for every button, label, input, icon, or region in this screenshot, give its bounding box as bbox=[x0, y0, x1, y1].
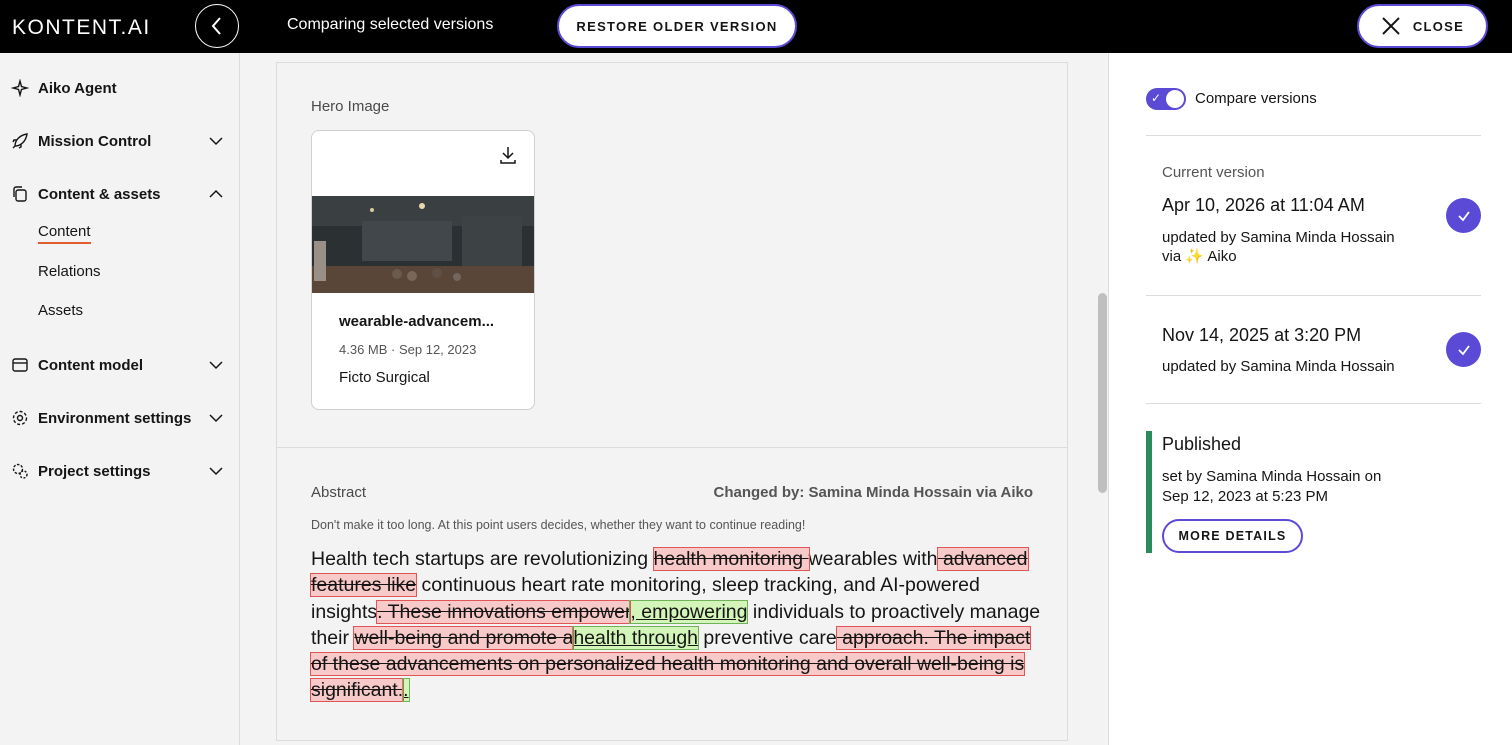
hero-image-label: Hero Image bbox=[311, 98, 390, 115]
asset-card[interactable]: wearable-advancem... 4.36 MB · Sep 12, 2… bbox=[311, 130, 535, 410]
rocket-icon bbox=[10, 131, 30, 151]
published-status-bar bbox=[1146, 431, 1152, 553]
published-date-line: Sep 12, 2023 at 5:23 PM bbox=[1162, 488, 1328, 505]
layout-icon bbox=[10, 355, 30, 375]
current-version-selected-check[interactable] bbox=[1446, 198, 1481, 233]
versions-panel: ✓ Compare versions Current version Apr 1… bbox=[1108, 53, 1512, 745]
back-button[interactable] bbox=[195, 4, 239, 48]
close-label: CLOSE bbox=[1412, 18, 1465, 34]
inserted-text: health through bbox=[572, 625, 700, 650]
guideline-text: Don't make it too long. At this point us… bbox=[311, 518, 806, 532]
current-version-date[interactable]: Apr 10, 2026 at 11:04 AM bbox=[1162, 195, 1365, 216]
top-bar: KONTENT.AI Comparing selected versions R… bbox=[0, 0, 1512, 53]
copy-icon bbox=[10, 184, 30, 204]
checkmark-icon bbox=[1457, 210, 1470, 221]
close-button[interactable]: CLOSE bbox=[1357, 4, 1488, 48]
asset-meta: 4.36 MB · Sep 12, 2023 bbox=[339, 342, 477, 357]
sidebar-item-content-model[interactable]: Content model bbox=[10, 350, 230, 380]
sidebar: Aiko Agent Mission Control Content & ass… bbox=[0, 53, 240, 745]
changed-by: Changed by: Samina Minda Hossain via Aik… bbox=[713, 484, 1033, 501]
sidebar-item-label: Mission Control bbox=[38, 132, 152, 150]
sidebar-subitem-assets[interactable]: Assets bbox=[38, 302, 83, 319]
chevron-down-icon bbox=[209, 414, 223, 423]
svg-text:KONTENT.AI: KONTENT.AI bbox=[12, 16, 151, 39]
divider bbox=[1146, 135, 1481, 136]
sparkle-icon bbox=[10, 78, 30, 98]
abstract-label: Abstract bbox=[311, 484, 367, 501]
asset-card-header bbox=[312, 131, 534, 179]
sidebar-item-aiko-agent[interactable]: Aiko Agent bbox=[10, 73, 230, 103]
published-title: Published bbox=[1162, 434, 1242, 454]
abstract-element: Abstract Changed by: Samina Minda Hossai… bbox=[276, 447, 1068, 741]
hero-image-element: Hero Image wearable-advancem... 4.36 MB … bbox=[276, 62, 1068, 448]
deleted-text: . These innovations empower bbox=[376, 599, 632, 624]
more-details-button[interactable]: MORE DETAILS bbox=[1162, 519, 1303, 553]
asset-owner: Ficto Surgical bbox=[339, 369, 430, 386]
current-version-label: Current version bbox=[1162, 164, 1265, 181]
gear-icon bbox=[10, 408, 30, 428]
sidebar-item-label: Aiko Agent bbox=[38, 79, 117, 97]
asset-name: wearable-advancem... bbox=[339, 313, 495, 330]
deleted-text: health monitoring bbox=[652, 547, 810, 571]
older-version-selected-check[interactable] bbox=[1446, 332, 1481, 367]
download-icon[interactable] bbox=[498, 145, 518, 165]
page-title: Comparing selected versions bbox=[287, 16, 494, 33]
asset-thumbnail bbox=[312, 196, 534, 293]
unchanged-text: preventive care bbox=[698, 626, 837, 649]
published-by: set by Samina Minda Hossain on Sep 12, 2… bbox=[1162, 467, 1381, 507]
chevron-left-icon bbox=[211, 17, 221, 35]
abstract-diff-text: Health tech startups are revolutionizing… bbox=[309, 546, 1041, 704]
sidebar-item-mission-control[interactable]: Mission Control bbox=[10, 126, 230, 156]
unchanged-text: wearables with bbox=[808, 548, 938, 570]
inserted-text: , empowering bbox=[629, 599, 749, 624]
sidebar-item-label: Content model bbox=[38, 356, 143, 374]
sidebar-item-content-assets[interactable]: Content & assets bbox=[10, 179, 230, 209]
scrollbar-thumb[interactable] bbox=[1098, 293, 1107, 493]
unchanged-text: Health tech startups are revolutionizing bbox=[311, 548, 654, 570]
divider bbox=[1146, 295, 1481, 296]
divider bbox=[1146, 403, 1481, 404]
chevron-down-icon bbox=[209, 361, 223, 370]
chevron-down-icon bbox=[209, 137, 223, 146]
sidebar-item-label: Content & assets bbox=[38, 185, 161, 203]
current-version-updated-by: updated by Samina Minda Hossain via ✨ Ai… bbox=[1162, 228, 1395, 266]
older-version-updated-by: updated by Samina Minda Hossain bbox=[1162, 358, 1395, 375]
checkmark-icon bbox=[1457, 344, 1470, 355]
sidebar-item-label: Environment settings bbox=[38, 409, 192, 427]
sidebar-item-label: Project settings bbox=[38, 462, 151, 480]
compare-versions-toggle[interactable]: ✓ bbox=[1146, 88, 1186, 110]
chevron-up-icon bbox=[209, 189, 223, 198]
gears-icon bbox=[10, 461, 30, 481]
sidebar-subitem-content[interactable]: Content bbox=[38, 223, 91, 244]
compare-versions-label: Compare versions bbox=[1195, 90, 1317, 107]
updated-by-line: updated by Samina Minda Hossain bbox=[1162, 229, 1395, 246]
chevron-down-icon bbox=[209, 467, 223, 476]
checkmark-icon: ✓ bbox=[1151, 91, 1162, 105]
published-by-line: set by Samina Minda Hossain on bbox=[1162, 468, 1382, 485]
via-line: via ✨ Aiko bbox=[1162, 248, 1237, 265]
restore-older-version-button[interactable]: RESTORE OLDER VERSION bbox=[557, 4, 797, 48]
inserted-text: . bbox=[402, 678, 410, 703]
sidebar-item-environment-settings[interactable]: Environment settings bbox=[10, 403, 230, 433]
kontent-ai-logo: KONTENT.AI bbox=[12, 16, 151, 39]
sidebar-item-project-settings[interactable]: Project settings bbox=[10, 456, 230, 486]
main-content: Hero Image wearable-advancem... 4.36 MB … bbox=[240, 53, 1108, 745]
close-icon bbox=[1382, 17, 1400, 35]
toggle-knob bbox=[1166, 90, 1184, 108]
deleted-text: well-being and promote a bbox=[353, 625, 575, 650]
older-version-date[interactable]: Nov 14, 2025 at 3:20 PM bbox=[1162, 325, 1361, 346]
sidebar-subitem-relations[interactable]: Relations bbox=[38, 263, 101, 280]
